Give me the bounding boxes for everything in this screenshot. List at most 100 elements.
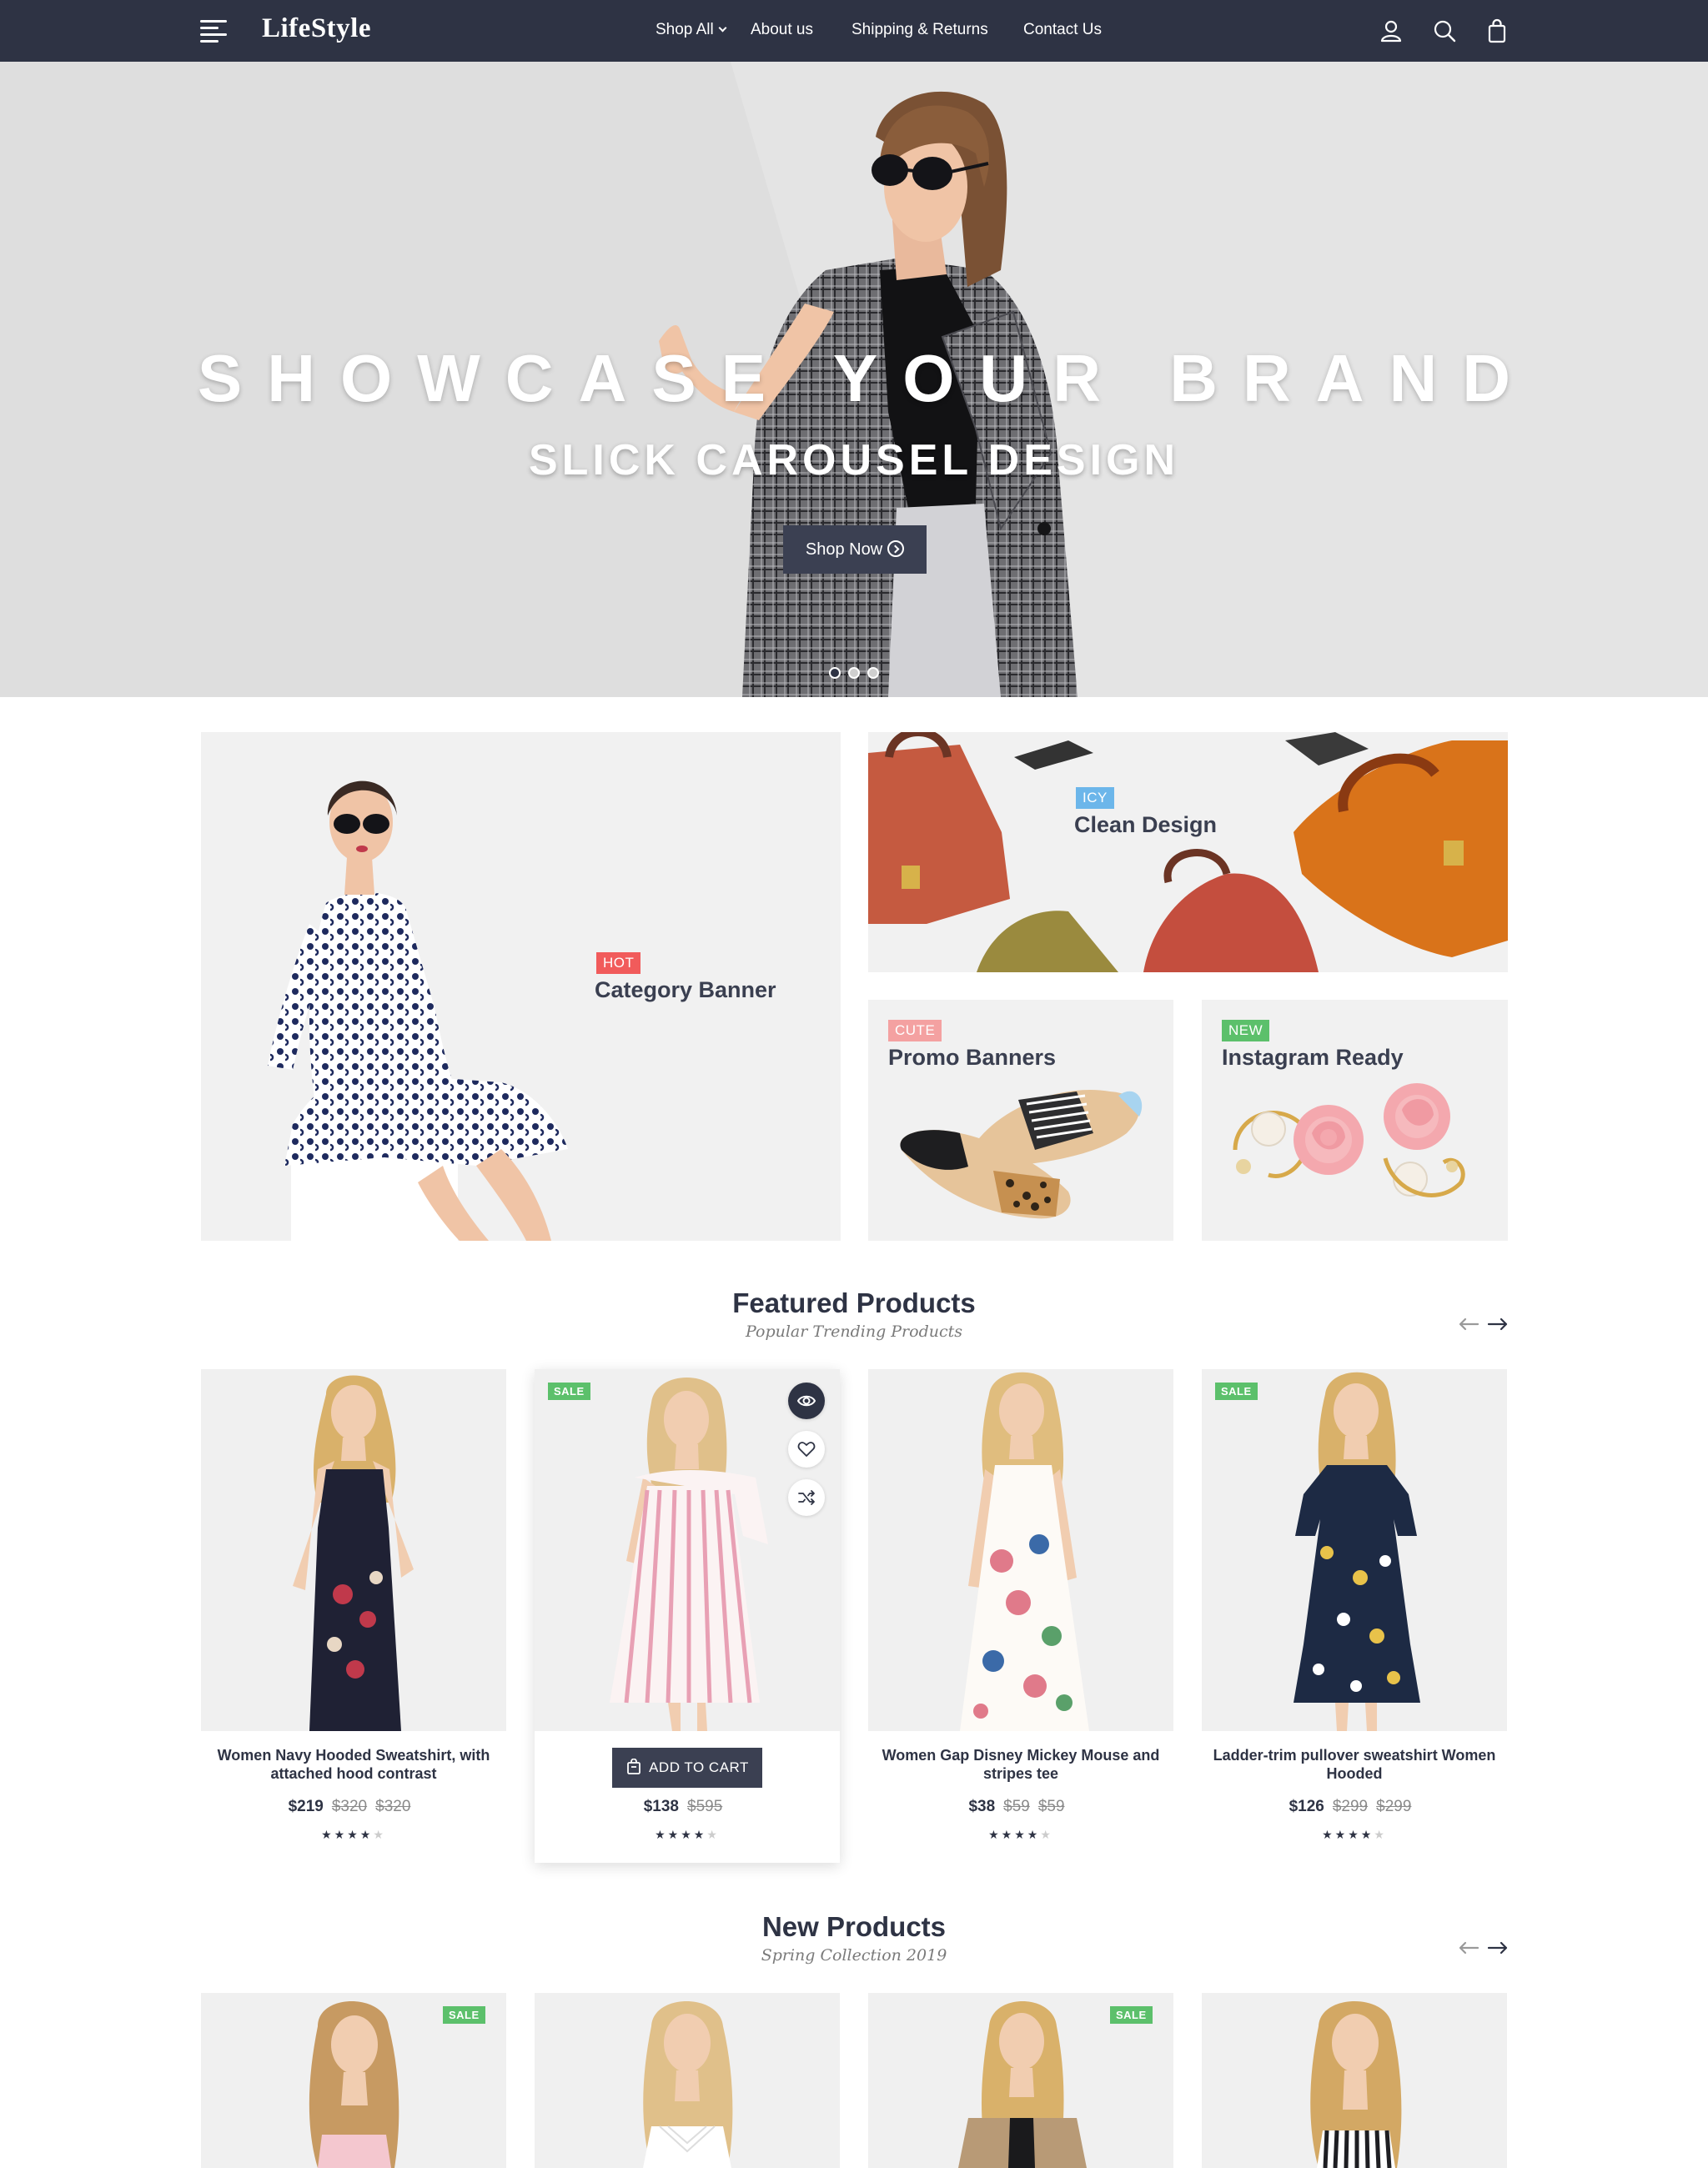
product-rating: ★★★★★	[868, 1828, 1173, 1842]
handbags-image	[868, 732, 1508, 972]
product-image[interactable]	[201, 1369, 506, 1731]
hero-carousel[interactable]: SHOWCASE YOUR BRAND SLICK CAROUSEL DESIG…	[0, 62, 1708, 697]
model-image	[1310, 2001, 1402, 2168]
product-rating: ★★★★★	[1202, 1828, 1507, 1842]
clean-design-banner[interactable]: ICY Clean Design	[868, 732, 1508, 972]
carousel-dot-3[interactable]	[867, 667, 879, 679]
product-image[interactable]	[1202, 1993, 1507, 2168]
product-card[interactable]: Women Gap Disney Mickey Mouse and stripe…	[868, 1369, 1173, 1853]
product-price: $126	[1289, 1798, 1324, 1815]
nav-item-shipping-returns[interactable]: Shipping & Returns	[851, 21, 988, 39]
product-old-price: $320	[375, 1798, 411, 1815]
product-card[interactable]: SALE ADD TO CART $138 $595 ★★★★★	[535, 1369, 840, 1863]
product-card[interactable]: Women Navy Hooded Sweatshirt, with attac…	[201, 1369, 506, 1853]
product-price-line: $138 $595	[535, 1798, 840, 1816]
product-old-price: $59	[1037, 1798, 1065, 1815]
product-card[interactable]: SALE	[868, 1993, 1173, 2168]
compare-shuffle-icon[interactable]	[788, 1479, 825, 1516]
nav-item-shop-all[interactable]: Shop All	[656, 21, 727, 39]
product-image[interactable]: SALE	[1202, 1369, 1507, 1731]
new-products-subtitle: Spring Collection 2019	[761, 1946, 947, 1965]
model-image	[610, 1378, 768, 1731]
icy-badge: ICY	[1076, 787, 1114, 809]
product-price-line: $38 $59 $59	[868, 1798, 1173, 1816]
star-icon: ★	[359, 1828, 374, 1841]
star-icon: ★	[693, 1828, 707, 1841]
product-image[interactable]	[535, 1993, 840, 2168]
search-icon[interactable]	[1432, 18, 1457, 43]
star-icon: ★	[988, 1828, 1002, 1841]
model-image	[293, 1375, 414, 1731]
star-empty-icon: ★	[706, 1828, 720, 1841]
sale-tag: SALE	[1110, 2006, 1153, 2024]
new-prev-arrow-icon[interactable]	[1458, 1940, 1479, 1956]
banner-title: Instagram Ready	[1222, 1045, 1404, 1070]
product-name[interactable]: Women Navy Hooded Sweatshirt, with attac…	[209, 1746, 498, 1783]
star-icon: ★	[1348, 1828, 1361, 1841]
featured-products-subtitle: Popular Trending Products	[745, 1322, 963, 1341]
sale-tag: SALE	[548, 1383, 590, 1400]
nav-item-contact-us[interactable]: Contact Us	[1023, 21, 1102, 39]
product-card[interactable]: SALE Ladder-trim pullover sweatshirt Wom…	[1202, 1369, 1507, 1853]
model-image	[960, 1372, 1089, 1731]
hot-badge: HOT	[596, 952, 641, 974]
product-price-line: $219 $320 $320	[201, 1798, 506, 1816]
star-icon: ★	[1360, 1828, 1374, 1841]
brand-logo[interactable]: LifeStyle	[262, 13, 371, 44]
hero-subtitle: SLICK CAROUSEL DESIGN	[528, 436, 1180, 484]
carousel-dot-1[interactable]	[829, 667, 841, 679]
add-to-cart-button[interactable]: ADD TO CART	[612, 1748, 762, 1788]
product-old-price: $320	[331, 1798, 368, 1815]
star-icon: ★	[655, 1828, 668, 1841]
product-image[interactable]	[868, 1369, 1173, 1731]
shop-now-button[interactable]: Shop Now	[783, 525, 927, 574]
cute-badge: CUTE	[888, 1020, 942, 1041]
chevron-down-icon	[718, 23, 727, 33]
wishlist-heart-icon[interactable]	[788, 1431, 825, 1468]
instagram-ready-banner[interactable]: NEW Instagram Ready	[1202, 1000, 1508, 1241]
star-icon: ★	[1014, 1828, 1027, 1841]
hero-title: SHOWCASE YOUR BRAND	[197, 341, 1536, 415]
arrow-circle-right-icon	[887, 539, 905, 557]
product-name[interactable]: Ladder-trim pullover sweatshirt Women Ho…	[1210, 1746, 1499, 1783]
star-empty-icon: ★	[373, 1828, 386, 1841]
banner-title: Promo Banners	[888, 1045, 1057, 1070]
banner-title: Category Banner	[595, 977, 776, 1002]
product-rating: ★★★★★	[201, 1828, 506, 1842]
product-rating: ★★★★★	[535, 1828, 840, 1842]
user-icon[interactable]	[1379, 18, 1404, 43]
nav-item-about-us[interactable]: About us	[751, 21, 813, 39]
star-empty-icon: ★	[1374, 1828, 1387, 1841]
product-card[interactable]	[535, 1993, 840, 2168]
carousel-dot-2[interactable]	[848, 667, 860, 679]
featured-prev-arrow-icon[interactable]	[1458, 1316, 1479, 1332]
product-price: $138	[643, 1798, 679, 1815]
featured-next-arrow-icon[interactable]	[1487, 1316, 1509, 1332]
product-image[interactable]: SALE	[868, 1993, 1173, 2168]
product-card[interactable]: SALE	[201, 1993, 506, 2168]
hamburger-menu-icon[interactable]	[200, 18, 229, 43]
add-to-cart-label: ADD TO CART	[649, 1759, 749, 1775]
sale-tag: SALE	[1215, 1383, 1258, 1400]
product-price: $219	[288, 1798, 324, 1815]
star-icon: ★	[1334, 1828, 1349, 1841]
product-image[interactable]: SALE	[535, 1369, 840, 1731]
shop-now-label: Shop Now	[805, 540, 883, 559]
product-old-price: $299	[1332, 1798, 1369, 1815]
star-icon: ★	[334, 1828, 348, 1841]
shopping-bag-icon[interactable]	[1484, 18, 1510, 43]
promo-banners-banner[interactable]: CUTE Promo Banners	[868, 1000, 1173, 1241]
product-old-price: $59	[1003, 1798, 1030, 1815]
product-card[interactable]	[1202, 1993, 1507, 2168]
star-icon: ★	[667, 1828, 681, 1841]
sale-tag: SALE	[443, 2006, 485, 2024]
star-icon: ★	[681, 1828, 694, 1841]
product-price: $38	[968, 1798, 996, 1815]
new-next-arrow-icon[interactable]	[1487, 1940, 1509, 1956]
top-navbar: LifeStyle Shop All About us Shipping & R…	[0, 0, 1708, 62]
quick-view-eye-icon[interactable]	[788, 1383, 825, 1419]
new-badge: NEW	[1222, 1020, 1270, 1041]
product-image[interactable]: SALE	[201, 1993, 506, 2168]
category-banner[interactable]: HOT Category Banner	[201, 732, 841, 1241]
product-name[interactable]: Women Gap Disney Mickey Mouse and stripe…	[877, 1746, 1165, 1783]
